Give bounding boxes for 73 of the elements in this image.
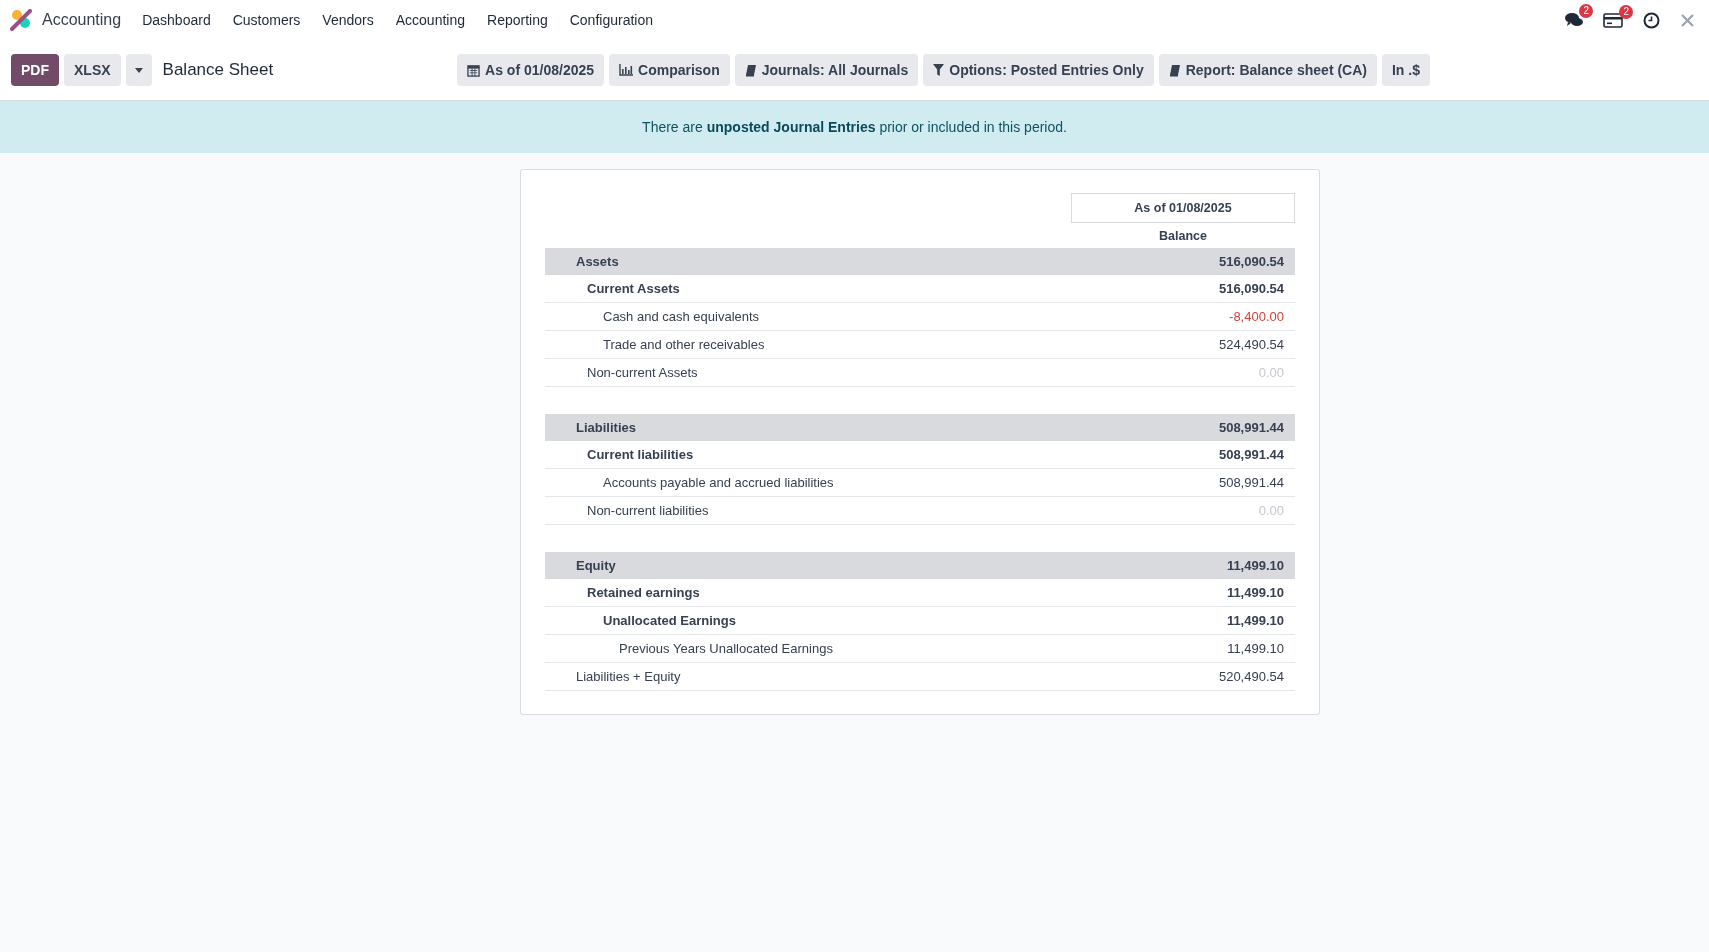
balance-value: 524,490.54 <box>1218 337 1285 352</box>
chat-icon[interactable] <box>1565 12 1583 28</box>
report-row[interactable]: Cash and cash equivalents -8,400.00 <box>545 303 1295 331</box>
balance-value: 508,991.44 <box>1218 475 1285 490</box>
filter-button[interactable]: Comparison <box>609 54 730 86</box>
account-label: Non-current liabilities <box>586 503 710 518</box>
export-button[interactable]: XLSX <box>64 54 121 86</box>
account-label: Retained earnings <box>586 585 701 600</box>
balance-value: 516,090.54 <box>1218 281 1285 296</box>
account-label: Accounts payable and accrued liabilities <box>602 475 835 490</box>
bar-chart-icon <box>619 64 634 76</box>
report-row[interactable]: Current Assets 516,090.54 <box>545 275 1295 303</box>
menu-item[interactable]: Customers <box>221 12 312 28</box>
report-row[interactable]: Previous Years Unallocated Earnings 11,499.10 <box>545 635 1295 663</box>
warning-message: There are unposted Journal Entries prior or included in this period. <box>642 119 1067 135</box>
journal-entries-link[interactable]: unposted Journal Entries <box>706 119 876 135</box>
account-label: Unallocated Earnings <box>602 613 737 628</box>
balance-value: 0.00 <box>1258 365 1285 380</box>
page-title: Balance Sheet <box>162 60 274 80</box>
report-row[interactable]: Retained earnings 11,499.10 <box>545 579 1295 607</box>
clock-icon[interactable] <box>1643 11 1660 29</box>
dropdown-button[interactable] <box>125 54 152 86</box>
export-button[interactable]: PDF <box>11 54 59 86</box>
app-logo[interactable] <box>10 9 32 31</box>
report-row[interactable]: Non-current Assets 0.00 <box>545 359 1295 387</box>
balance-value: 516,090.54 <box>1218 254 1285 269</box>
balance-value: 11,499.10 <box>1226 558 1285 573</box>
balance-value: 520,490.54 <box>1218 669 1285 684</box>
account-label: Current Assets <box>586 281 681 296</box>
card-icon[interactable] <box>1603 12 1623 28</box>
balance-value: 11,499.10 <box>1226 585 1285 600</box>
report-row[interactable]: Unallocated Earnings 11,499.10 <box>545 607 1295 635</box>
report-row[interactable]: Trade and other receivables 524,490.54 <box>545 331 1295 359</box>
menu-item[interactable]: Configuration <box>558 12 664 28</box>
filter-button[interactable]: As of 01/08/2025 <box>457 54 605 86</box>
balance-value: 508,991.44 <box>1218 420 1285 435</box>
caret-icon <box>134 67 143 73</box>
filter-button[interactable]: In .$ <box>1382 54 1430 86</box>
balance-value: 508,991.44 <box>1218 447 1285 462</box>
balance-value: 11,499.10 <box>1226 613 1285 628</box>
notification-badge: 2 <box>1579 4 1593 18</box>
report-row[interactable]: Non-current liabilities 0.00 <box>545 497 1295 525</box>
period-header: As of 01/08/2025 <box>1071 193 1295 223</box>
column-header: Balance <box>1158 228 1208 245</box>
filter-icon <box>933 64 945 76</box>
menu-item[interactable]: Vendors <box>311 12 385 28</box>
balance-value: 11,499.10 <box>1227 641 1285 656</box>
account-label: Equity <box>575 558 617 573</box>
filter-button[interactable]: Journals: All Journals <box>734 54 919 86</box>
menu-item[interactable]: Reporting <box>476 12 559 28</box>
notification-badge: 2 <box>1619 4 1633 19</box>
filter-button[interactable]: Options: Posted Entries Only <box>923 54 1154 86</box>
report-row[interactable]: Assets 516,090.54 <box>545 248 1295 275</box>
filter-button[interactable]: Report: Balance sheet (CA) <box>1158 54 1377 86</box>
report-row[interactable]: Accounts payable and accrued liabilities 508,991.44 <box>545 469 1295 497</box>
calendar-icon <box>467 63 481 77</box>
account-label: Cash and cash equivalents <box>602 309 761 324</box>
app-name[interactable]: Accounting <box>42 11 122 29</box>
menu-item[interactable]: Accounting <box>384 12 476 28</box>
balance-value: -8,400.00 <box>1229 309 1285 324</box>
menu-item[interactable]: Dashboard <box>131 12 222 28</box>
report-row[interactable]: Liabilities 508,991.44 <box>545 414 1295 441</box>
account-label: Assets <box>575 254 620 269</box>
account-label: Trade and other receivables <box>602 337 766 352</box>
balance-value: 0.00 <box>1258 503 1285 518</box>
report-row[interactable]: Equity 11,499.10 <box>545 552 1295 579</box>
report-row[interactable]: Current liabilities 508,991.44 <box>545 441 1295 469</box>
account-label: Liabilities <box>575 420 637 435</box>
account-label: Current liabilities <box>586 447 695 462</box>
account-label: Non-current Assets <box>586 365 699 380</box>
account-label: Previous Years Unallocated Earnings <box>618 641 834 656</box>
report-row[interactable]: Liabilities + Equity 520,490.54 <box>545 663 1295 691</box>
account-label: Liabilities + Equity <box>575 669 682 684</box>
